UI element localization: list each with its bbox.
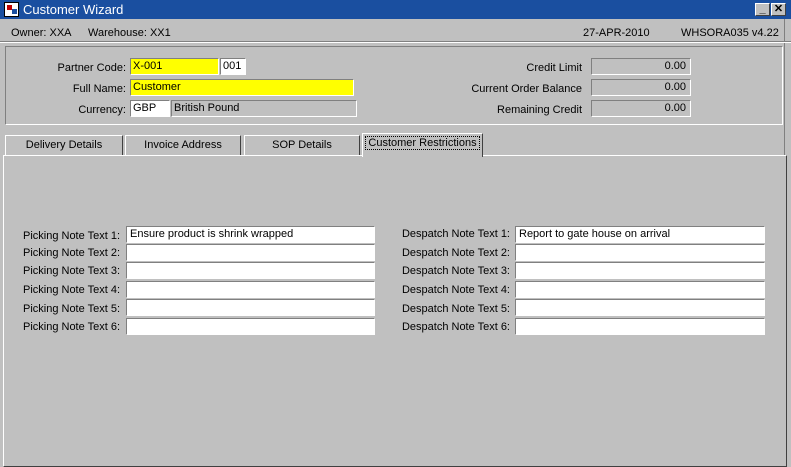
owner-label: Owner: XXA	[11, 27, 72, 39]
full-name-label: Full Name:	[72, 83, 126, 95]
despatch-note-2-field[interactable]	[515, 244, 765, 261]
currency-name-field: British Pound	[171, 100, 357, 117]
despatch-note-5-label: Despatch Note Text 5:	[401, 303, 510, 315]
despatch-note-4-label: Despatch Note Text 4:	[401, 284, 510, 296]
tab-label: Customer Restrictions	[365, 136, 480, 150]
partner-code-suffix-field[interactable]: 001	[220, 58, 246, 75]
despatch-note-6-field[interactable]	[515, 318, 765, 335]
status-divider	[0, 41, 791, 43]
despatch-note-6-label: Despatch Note Text 6:	[401, 321, 510, 333]
tab-label: Invoice Address	[144, 139, 222, 151]
current-order-balance-label: Current Order Balance	[471, 83, 582, 95]
tab-delivery-details[interactable]: Delivery Details	[5, 135, 123, 155]
remaining-credit-field: 0.00	[591, 100, 691, 117]
picking-note-4-label: Picking Note Text 4:	[22, 284, 120, 296]
picking-note-3-label: Picking Note Text 3:	[22, 265, 120, 277]
picking-note-3-field[interactable]	[126, 262, 375, 279]
date-label: 27-APR-2010	[583, 27, 650, 39]
despatch-note-3-field[interactable]	[515, 262, 765, 279]
despatch-note-1-label: Despatch Note Text 1:	[401, 228, 510, 240]
tab-label: Delivery Details	[25, 139, 103, 151]
despatch-note-4-field[interactable]	[515, 281, 765, 298]
full-name-field[interactable]: Customer	[130, 79, 354, 96]
partner-code-label: Partner Code:	[57, 62, 126, 74]
tab-invoice-address[interactable]: Invoice Address	[125, 135, 241, 155]
tab-customer-restrictions[interactable]: Customer Restrictions	[362, 133, 483, 157]
minimize-button[interactable]: _	[755, 3, 770, 16]
warehouse-label: Warehouse: XX1	[88, 27, 171, 39]
current-order-balance-field: 0.00	[591, 79, 691, 96]
currency-label: Currency:	[78, 104, 126, 116]
program-version-label: WHSORA035 v4.22	[681, 27, 779, 39]
despatch-note-3-label: Despatch Note Text 3:	[401, 265, 510, 277]
picking-note-2-label: Picking Note Text 2:	[22, 247, 120, 259]
picking-note-5-field[interactable]	[126, 299, 375, 316]
partner-code-field[interactable]: X-001	[130, 58, 219, 75]
picking-note-1-label: Picking Note Text 1:	[22, 230, 120, 242]
picking-note-6-label: Picking Note Text 6:	[22, 321, 120, 333]
despatch-note-1-field[interactable]: Report to gate house on arrival	[515, 226, 765, 243]
currency-code-field[interactable]: GBP	[130, 100, 170, 117]
remaining-credit-label: Remaining Credit	[497, 104, 582, 116]
close-button[interactable]: ✕	[771, 3, 786, 16]
despatch-note-5-field[interactable]	[515, 299, 765, 316]
picking-note-2-field[interactable]	[126, 244, 375, 261]
tab-label: SOP Details	[272, 139, 332, 151]
window-title: Customer Wizard	[23, 2, 124, 17]
app-icon[interactable]	[4, 2, 19, 17]
credit-limit-field: 0.00	[591, 58, 691, 75]
picking-note-4-field[interactable]	[126, 281, 375, 298]
picking-note-6-field[interactable]	[126, 318, 375, 335]
despatch-note-2-label: Despatch Note Text 2:	[401, 247, 510, 259]
tab-sop-details[interactable]: SOP Details	[244, 135, 360, 155]
picking-note-5-label: Picking Note Text 5:	[22, 303, 120, 315]
credit-limit-label: Credit Limit	[526, 62, 582, 74]
picking-note-1-field[interactable]: Ensure product is shrink wrapped	[126, 226, 375, 243]
